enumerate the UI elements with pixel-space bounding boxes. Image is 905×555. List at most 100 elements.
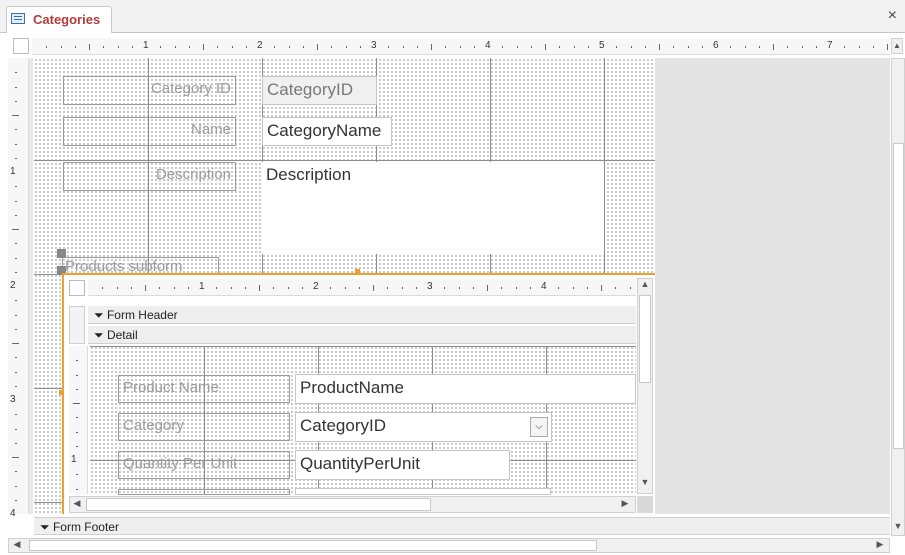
ruler-tick bbox=[673, 46, 675, 48]
ruler-tick bbox=[103, 46, 105, 48]
subform-horizontal-scrollbar[interactable]: ◀ ▶ bbox=[69, 496, 636, 513]
quantity-per-unit-label[interactable]: Quantity Per Unit bbox=[118, 451, 290, 479]
ruler-tick bbox=[259, 285, 260, 291]
ruler-tick bbox=[102, 287, 104, 289]
horizontal-ruler[interactable]: 1 2 3 4 5 6 7 bbox=[32, 38, 890, 55]
ruler-tick bbox=[415, 287, 417, 289]
ruler-tick bbox=[515, 287, 517, 289]
designer-background bbox=[655, 58, 890, 514]
ruler-tick bbox=[217, 46, 219, 48]
ruler-scroll-up-icon[interactable]: ▲ bbox=[891, 38, 903, 54]
subform-vertical-ruler[interactable]: 1 bbox=[69, 346, 88, 494]
scroll-right-icon[interactable]: ▶ bbox=[873, 539, 887, 552]
ruler-tick bbox=[76, 445, 78, 447]
form-header-label: Form Header bbox=[106, 308, 178, 322]
ruler-tick bbox=[15, 100, 17, 102]
ruler-number: 3 bbox=[427, 281, 433, 292]
ruler-number: 1 bbox=[199, 281, 205, 292]
category-label[interactable]: Category bbox=[118, 413, 290, 441]
ruler-tick bbox=[573, 46, 575, 48]
ruler-tick bbox=[344, 287, 346, 289]
ruler-tick bbox=[231, 46, 233, 48]
ruler-tick bbox=[317, 44, 318, 50]
chevron-down-icon[interactable]: ⌵ bbox=[530, 417, 548, 437]
scroll-down-icon[interactable]: ▼ bbox=[892, 521, 904, 533]
ruler-tick bbox=[188, 46, 190, 48]
subform-ruler-corner[interactable] bbox=[69, 280, 85, 296]
ruler-tick bbox=[586, 287, 588, 289]
form-footer-bar[interactable]: ⏷ Form Footer bbox=[34, 517, 890, 535]
ruler-tick bbox=[15, 371, 17, 373]
move-handle[interactable] bbox=[57, 249, 66, 258]
subform-vscroll-thumb[interactable] bbox=[639, 295, 651, 383]
scroll-left-icon[interactable]: ◀ bbox=[10, 539, 24, 552]
category-id-label[interactable]: Category ID bbox=[63, 76, 236, 105]
ruler-tick bbox=[301, 287, 303, 289]
ruler-tick bbox=[15, 157, 17, 159]
ruler-tick bbox=[273, 287, 275, 289]
category-id-combobox[interactable]: CategoryID ⌵ bbox=[295, 412, 552, 442]
main-vscroll-thumb[interactable] bbox=[893, 143, 904, 449]
ruler-tick bbox=[15, 129, 17, 131]
name-label[interactable]: Name bbox=[63, 117, 236, 146]
scroll-up-icon[interactable]: ▲ bbox=[638, 279, 652, 293]
ruler-tick bbox=[15, 485, 17, 487]
main-vertical-scrollbar[interactable]: ▼ bbox=[891, 58, 905, 536]
ruler-number: 7 bbox=[827, 40, 833, 51]
product-name-field[interactable]: ProductName bbox=[295, 374, 636, 404]
ruler-tick bbox=[15, 357, 17, 359]
ruler-tick bbox=[15, 186, 17, 188]
section-selector-strip[interactable] bbox=[29, 58, 33, 514]
quantity-per-unit-field[interactable]: QuantityPerUnit bbox=[295, 450, 510, 480]
main-hscroll-thumb[interactable] bbox=[29, 540, 597, 551]
resize-handle[interactable] bbox=[355, 269, 360, 274]
ruler-number: 2 bbox=[257, 40, 263, 51]
tab-categories[interactable]: Categories bbox=[6, 6, 112, 33]
ruler-tick bbox=[145, 285, 146, 291]
ruler-tick bbox=[46, 46, 48, 48]
ruler-number: 5 bbox=[599, 40, 605, 51]
description-label[interactable]: Description bbox=[63, 162, 236, 191]
ruler-number: 4 bbox=[10, 508, 16, 519]
ruler-tick bbox=[245, 46, 247, 48]
detail-label: Detail bbox=[106, 328, 138, 342]
ruler-number: 2 bbox=[10, 280, 16, 291]
ruler-tick bbox=[15, 300, 17, 302]
subform-vertical-scrollbar[interactable]: ▲ ▼ bbox=[637, 278, 653, 494]
subform-hscroll-thumb[interactable] bbox=[86, 498, 431, 511]
main-horizontal-scrollbar[interactable]: ◀ ▶ bbox=[8, 538, 890, 553]
ruler-tick bbox=[12, 229, 19, 230]
scroll-right-icon[interactable]: ▶ bbox=[618, 498, 632, 512]
ruler-tick bbox=[529, 287, 531, 289]
description-field[interactable]: Description bbox=[262, 162, 604, 254]
scroll-down-icon[interactable]: ▼ bbox=[638, 477, 652, 491]
form-footer-label: Form Footer bbox=[52, 520, 119, 534]
ruler-tick bbox=[601, 285, 602, 291]
form-header-bar[interactable]: ⏷ Form Header bbox=[88, 306, 636, 324]
scroll-left-icon[interactable]: ◀ bbox=[70, 498, 84, 512]
ruler-tick bbox=[787, 46, 789, 48]
ruler-tick bbox=[629, 287, 631, 289]
ruler-tick bbox=[15, 271, 17, 273]
ruler-tick bbox=[60, 46, 62, 48]
ruler-tick bbox=[74, 46, 76, 48]
vertical-ruler[interactable]: 1 2 3 4 bbox=[8, 58, 29, 519]
ruler-tick bbox=[545, 44, 546, 50]
subform-horizontal-ruler[interactable]: 1 2 3 4 bbox=[88, 279, 636, 296]
ruler-tick bbox=[472, 287, 474, 289]
resize-handle[interactable] bbox=[59, 390, 64, 395]
product-name-label[interactable]: Product Name bbox=[118, 375, 290, 403]
ruler-tick bbox=[287, 287, 289, 289]
collapse-arrow-icon: ⏷ bbox=[94, 328, 104, 342]
category-name-field[interactable]: CategoryName bbox=[262, 117, 392, 146]
ruler-tick bbox=[387, 287, 389, 289]
ruler-tick bbox=[487, 285, 488, 291]
category-id-field[interactable]: CategoryID bbox=[262, 76, 377, 105]
ruler-tick bbox=[76, 388, 78, 390]
subform-section-selector[interactable] bbox=[69, 306, 85, 344]
detail-bar[interactable]: ⏷ Detail bbox=[88, 326, 636, 344]
close-icon[interactable]: × bbox=[888, 7, 897, 25]
ruler-number: 4 bbox=[485, 40, 491, 51]
ruler-tick bbox=[15, 214, 17, 216]
ruler-corner[interactable] bbox=[13, 38, 29, 54]
